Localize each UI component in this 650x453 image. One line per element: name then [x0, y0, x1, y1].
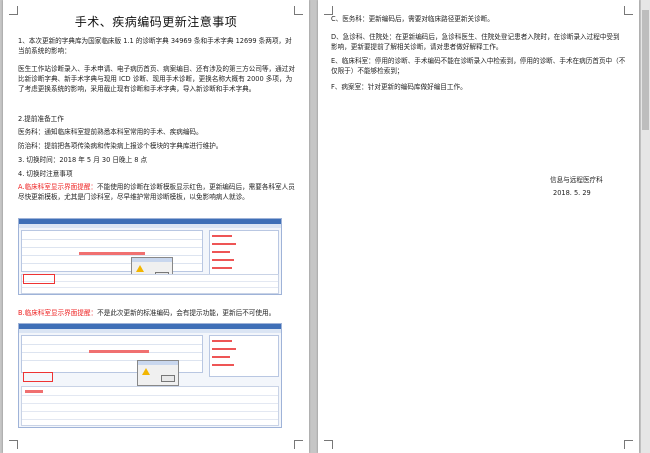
crop-mark-bottom-right	[294, 440, 303, 449]
paragraph-intro: 1、本次更新的字典库为国家临床版 1.1 的诊断字典 34969 条和手术字典 …	[18, 37, 292, 55]
paragraph-note-e: E、临床科室：停用的诊断、手术编码不能在诊断录入中检索到，停用的诊断、手术在病历…	[331, 57, 626, 75]
paragraph-note-a: A.临床科室显示界面提醒：不能使用的诊断在诊断模板显示红色，更新编码后，需要各科…	[18, 182, 298, 202]
warning-dialog-b	[137, 360, 179, 386]
warning-icon	[136, 265, 144, 272]
note-b-label: B.临床科室显示界面提醒：	[18, 309, 98, 317]
note-b-text: 不是此次更新的标准编码，会有提示功能，更新后不可使用。	[97, 309, 276, 317]
paragraph-medical-dept: 医务科：通知临床科室提前熟悉本科室常用的手术、疾病编码。	[18, 128, 203, 136]
paragraph-note-f: F、病案室：针对更新的编码库做好编目工作。	[331, 83, 467, 91]
screenshot-a	[18, 218, 282, 295]
paragraph-note-d: D、急诊科、住院处：在更新编码后，急诊科医生、住院处登记患者入院时，在诊断录入过…	[331, 33, 620, 51]
note-a-label: A.临床科室显示界面提醒：	[18, 183, 98, 191]
document-title: 手术、疾病编码更新注意事项	[74, 15, 238, 29]
crop-mark-bottom-right	[624, 440, 633, 449]
heading-preparation: 2.提前准备工作	[18, 115, 64, 123]
vertical-scrollbar[interactable]	[641, 0, 650, 453]
crop-mark-bottom-left	[324, 440, 333, 449]
signature-date: 2018. 5. 29	[553, 189, 591, 197]
scrollbar-thumb[interactable]	[642, 10, 649, 130]
paragraph-switch-time: 3. 切换时间：2018 年 5 月 30 日晚上 8 点	[18, 156, 148, 164]
paragraph-note-b: B.临床科室显示界面提醒：不是此次更新的标准编码，会有提示功能，更新后不可使用。	[18, 308, 298, 318]
paragraph-note-c: C、医务科：更新编码后，需要对临床路径更新关诊断。	[331, 15, 494, 23]
crop-mark-bottom-left	[9, 440, 18, 449]
document-page-1: 手术、疾病编码更新注意事项 1、本次更新的字典库为国家临床版 1.1 的诊断字典…	[3, 0, 309, 453]
heading-switch-notes: 4. 切换时注意事项	[18, 170, 73, 178]
signature-organization: 信息与远程医疗科	[550, 176, 603, 184]
paragraph-impact: 医生工作站诊断录入、手术申请、电子病历首页、病案编目、还有涉及的第三方公司等，通…	[18, 65, 295, 93]
warning-icon	[142, 368, 150, 375]
document-page-2: C、医务科：更新编码后，需要对临床路径更新关诊断。 D、急诊科、住院处：在更新编…	[318, 0, 639, 453]
paragraph-prevention-dept: 防治科：提前把各项传染病和传染病上报诊个模块的字典库进行维护。	[18, 142, 223, 150]
screenshot-b	[18, 323, 282, 428]
